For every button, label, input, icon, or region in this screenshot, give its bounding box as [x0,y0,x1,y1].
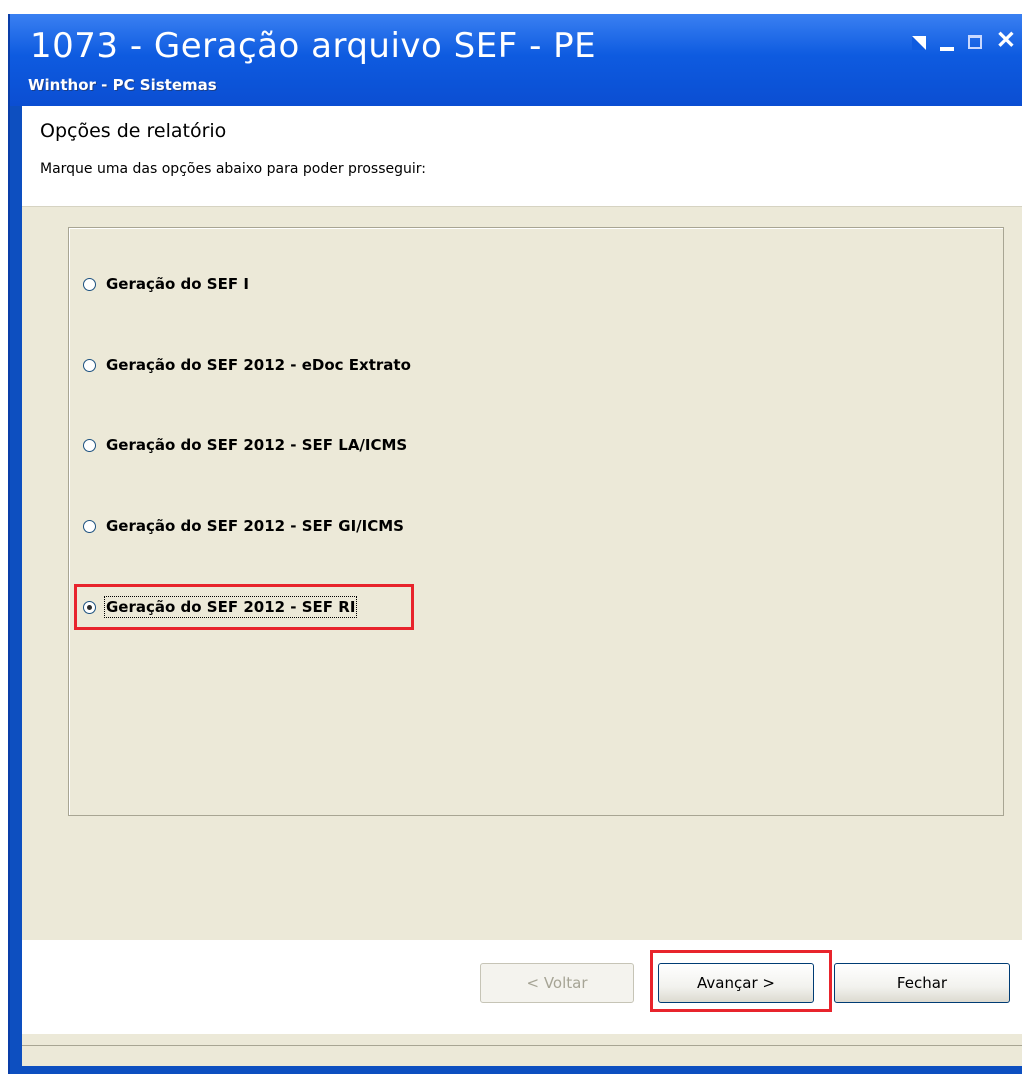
window-subtitle: Winthor - PC Sistemas [28,76,217,94]
title-bar[interactable]: 1073 - Geração arquivo SEF - PE Winthor … [10,14,1022,106]
radio-icon[interactable] [83,277,96,291]
option-sef-2012-edoc-extrato[interactable]: Geração do SEF 2012 - eDoc Extrato [83,350,411,380]
option-label: Geração do SEF 2012 - SEF RI [103,596,358,618]
radio-icon[interactable] [83,519,96,533]
radio-icon[interactable] [83,438,96,452]
options-panel: Geração do SEF I Geração do SEF 2012 - e… [68,227,1004,816]
option-label: Geração do SEF I [106,275,249,293]
radio-icon[interactable] [83,358,96,372]
window-frame-bottom [10,1066,1022,1074]
next-button[interactable]: Avançar > [658,963,814,1003]
maximize-icon[interactable] [967,35,982,49]
restore-icon[interactable] [911,36,926,50]
page-title: Opções de relatório [40,120,227,142]
back-button[interactable]: < Voltar [480,963,634,1003]
window-title: 1073 - Geração arquivo SEF - PE [30,26,597,66]
window-controls: ✕ [911,29,1016,53]
wizard-footer: < Voltar Avançar > Fechar [22,940,1022,1034]
option-label: Geração do SEF 2012 - eDoc Extrato [106,356,411,374]
wizard-header: Opções de relatório Marque uma das opçõe… [22,106,1022,207]
option-sef-2012-gi-icms[interactable]: Geração do SEF 2012 - SEF GI/ICMS [83,511,404,541]
option-sef-i[interactable]: Geração do SEF I [83,269,249,299]
option-sef-2012-la-icms[interactable]: Geração do SEF 2012 - SEF LA/ICMS [83,430,407,460]
radio-checked-icon[interactable] [83,600,96,614]
minimize-icon[interactable] [939,47,954,51]
wizard-content: Opções de relatório Marque uma das opçõe… [22,106,1022,1067]
page-description: Marque uma das opções abaixo para poder … [40,161,427,177]
option-sef-2012-ri[interactable]: Geração do SEF 2012 - SEF RI [83,592,358,622]
close-button[interactable]: Fechar [834,963,1010,1003]
status-bar [22,1045,1022,1067]
option-label: Geração do SEF 2012 - SEF LA/ICMS [106,436,408,454]
close-icon[interactable]: ✕ [996,29,1016,53]
option-label: Geração do SEF 2012 - SEF GI/ICMS [106,517,404,535]
application-window: 1073 - Geração arquivo SEF - PE Winthor … [8,14,1022,1074]
